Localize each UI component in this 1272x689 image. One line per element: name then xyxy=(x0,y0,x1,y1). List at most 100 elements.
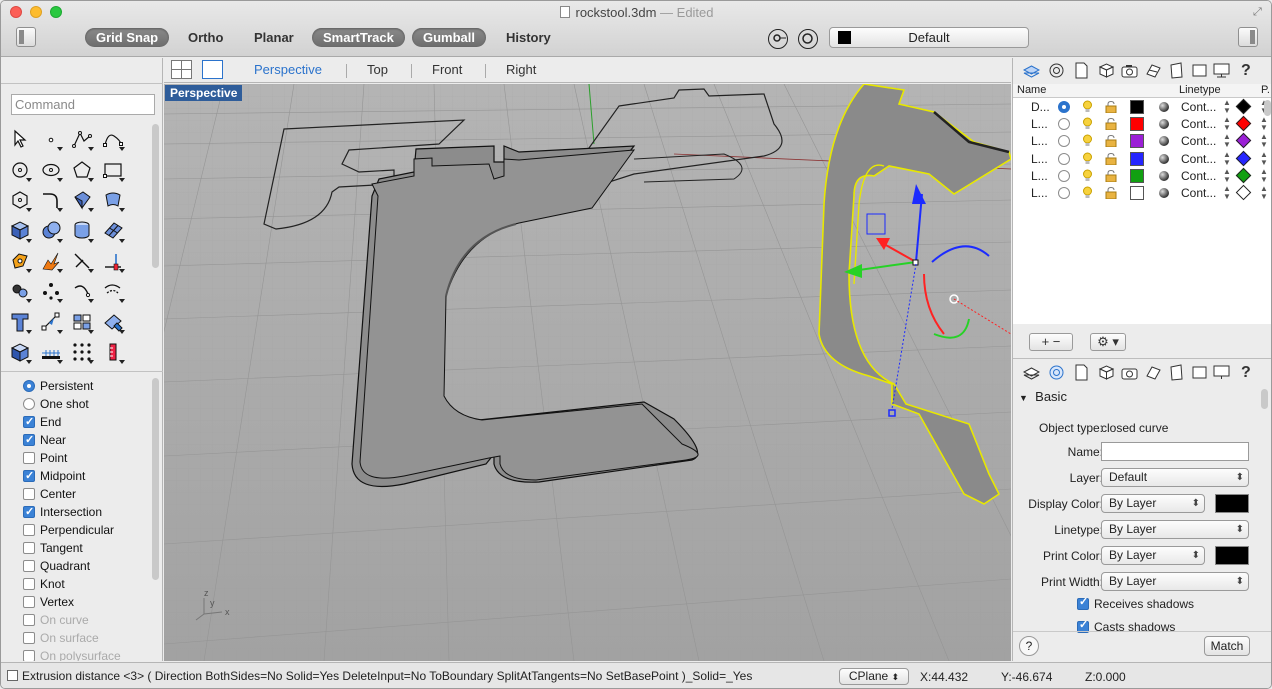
snaps-scrollbar[interactable] xyxy=(152,378,159,580)
print-color-swatch[interactable] xyxy=(1235,133,1252,149)
material-icon[interactable] xyxy=(1159,153,1169,164)
print-color-select[interactable]: By Layer xyxy=(1101,546,1205,565)
lock-icon[interactable] xyxy=(1105,118,1117,131)
help-icon[interactable]: ? xyxy=(1241,62,1258,79)
snap-knot[interactable]: Knot xyxy=(23,575,151,593)
layer-name[interactable]: L... xyxy=(1031,152,1048,166)
array-tool-icon[interactable] xyxy=(36,276,66,306)
stepper-arrows-icon[interactable]: ▲▼ xyxy=(1223,99,1231,115)
snap-one-shot[interactable]: One shot xyxy=(23,395,151,413)
lightbulb-icon[interactable] xyxy=(1082,100,1093,113)
fullscreen-icon[interactable]: ⤢ xyxy=(1253,6,1265,18)
checkbox[interactable] xyxy=(23,413,35,431)
col-print[interactable]: P.. xyxy=(1261,84,1271,96)
name-field[interactable] xyxy=(1101,442,1249,461)
boolean-union-tool-icon[interactable] xyxy=(36,215,66,245)
camera-icon[interactable] xyxy=(1121,62,1138,79)
radio-button[interactable] xyxy=(23,398,35,410)
lightbulb-icon[interactable] xyxy=(1082,152,1093,165)
checkbox[interactable] xyxy=(23,560,35,572)
circle-tool-icon[interactable] xyxy=(5,154,35,184)
arc-tool-icon[interactable] xyxy=(67,276,97,306)
snap-quadrant[interactable]: Quadrant xyxy=(23,557,151,575)
stepper-arrows-icon[interactable]: ▲▼ xyxy=(1260,185,1268,201)
linetype-select[interactable]: By Layer xyxy=(1101,520,1249,539)
current-layer-radio[interactable] xyxy=(1058,135,1070,148)
mode-toggle-ortho[interactable]: Ortho xyxy=(177,28,234,47)
stepper-arrows-icon[interactable]: ▲▼ xyxy=(1223,133,1231,149)
lock-icon[interactable] xyxy=(1105,135,1117,148)
layer-color-swatch[interactable] xyxy=(1130,134,1144,149)
layer-name[interactable]: L... xyxy=(1031,169,1048,183)
checkbox[interactable] xyxy=(23,431,35,449)
mesh-tool-icon[interactable] xyxy=(98,215,128,245)
tab-perspective[interactable]: Perspective xyxy=(254,62,322,77)
tab-right[interactable]: Right xyxy=(506,62,536,77)
osnap-target-icon[interactable] xyxy=(768,29,788,49)
snap-persistent[interactable]: Persistent xyxy=(23,377,151,395)
camera-icon[interactable] xyxy=(1121,364,1138,381)
group-tool-icon[interactable] xyxy=(5,276,35,306)
snap-perpendicular[interactable]: Perpendicular xyxy=(23,521,151,539)
col-linetype[interactable]: Linetype xyxy=(1179,84,1221,96)
notes-icon[interactable] xyxy=(1073,62,1090,79)
mode-toggle-grid-snap[interactable]: Grid Snap xyxy=(85,28,170,47)
current-layer-radio[interactable] xyxy=(1058,169,1070,182)
text-tool-icon[interactable] xyxy=(5,306,35,336)
cplane-select[interactable]: CPlane ⬍ xyxy=(839,668,909,685)
col-name[interactable]: Name xyxy=(1017,84,1046,96)
layer-color-swatch[interactable] xyxy=(1130,151,1144,166)
stepper-arrows-icon[interactable]: ▲▼ xyxy=(1223,185,1231,201)
checkbox[interactable] xyxy=(23,578,35,590)
trim-tool-icon[interactable] xyxy=(67,246,97,276)
stepper-arrows-icon[interactable]: ▲▼ xyxy=(1260,167,1268,184)
checkbox[interactable] xyxy=(23,524,35,536)
print-width-select[interactable]: By Layer xyxy=(1101,572,1249,591)
layer-linetype[interactable]: Cont... xyxy=(1181,169,1216,183)
layer-name[interactable]: D... xyxy=(1031,100,1050,114)
curve-tool-icon[interactable] xyxy=(98,124,128,154)
snap-on-curve[interactable]: On curve xyxy=(23,611,151,629)
display-icon[interactable] xyxy=(1213,62,1230,79)
checkbox[interactable] xyxy=(23,503,35,521)
current-layer-radio[interactable] xyxy=(1058,118,1070,131)
print-color-swatch[interactable] xyxy=(1235,98,1252,115)
display-color-swatch[interactable] xyxy=(1215,494,1249,513)
lock-icon[interactable] xyxy=(1105,187,1117,199)
display-mode-icon[interactable] xyxy=(1145,62,1162,79)
display-mode-icon[interactable] xyxy=(1145,364,1162,381)
checkbox[interactable] xyxy=(23,467,35,485)
layer-row[interactable]: D...Cont...▲▼▲▼ xyxy=(1013,98,1271,116)
tools-scrollbar[interactable] xyxy=(152,124,159,268)
snap-on-polysurface[interactable]: On polysurface xyxy=(23,647,151,661)
record-history-icon[interactable] xyxy=(798,29,818,49)
edit-points-tool-icon[interactable] xyxy=(98,306,128,336)
polyline-tool-icon[interactable] xyxy=(67,124,97,154)
layer-row[interactable]: L... Cont... ▲ ▼ ▲ ▼ xyxy=(1013,167,1271,185)
snap-on-surface[interactable]: On surface xyxy=(23,629,151,647)
mode-toggle-gumball[interactable]: Gumball xyxy=(412,28,487,47)
display-icon[interactable] xyxy=(1213,364,1230,381)
loft-tool-icon[interactable] xyxy=(98,185,128,215)
layer-color-swatch[interactable] xyxy=(1130,100,1144,114)
layer-linetype[interactable]: Cont... xyxy=(1181,134,1216,148)
material-icon[interactable] xyxy=(1159,188,1169,198)
properties-icon[interactable] xyxy=(1048,364,1065,381)
split-tool-icon[interactable] xyxy=(98,246,128,276)
notes-icon[interactable] xyxy=(1073,364,1090,381)
polygon-center-tool-icon[interactable] xyxy=(5,185,35,215)
print-color-swatch[interactable] xyxy=(1235,115,1252,132)
layer-row[interactable]: L... Cont... ▲ ▼ ▲ ▼ xyxy=(1013,185,1271,202)
tab-top[interactable]: Top xyxy=(367,62,388,77)
help-button[interactable]: ? xyxy=(1019,636,1039,656)
point-tool-icon[interactable] xyxy=(36,124,66,154)
layer-select[interactable]: Default xyxy=(1101,468,1249,487)
print-color-swatch[interactable] xyxy=(1235,150,1252,166)
help-icon[interactable]: ? xyxy=(1241,364,1258,381)
lock-icon[interactable] xyxy=(1105,101,1117,113)
layout-icon[interactable] xyxy=(1168,364,1185,381)
checkbox[interactable] xyxy=(23,452,35,464)
snap-intersection[interactable]: Intersection xyxy=(23,503,151,521)
layer-linetype[interactable]: Cont... xyxy=(1181,100,1216,114)
rectangle-tool-icon[interactable] xyxy=(98,154,128,184)
